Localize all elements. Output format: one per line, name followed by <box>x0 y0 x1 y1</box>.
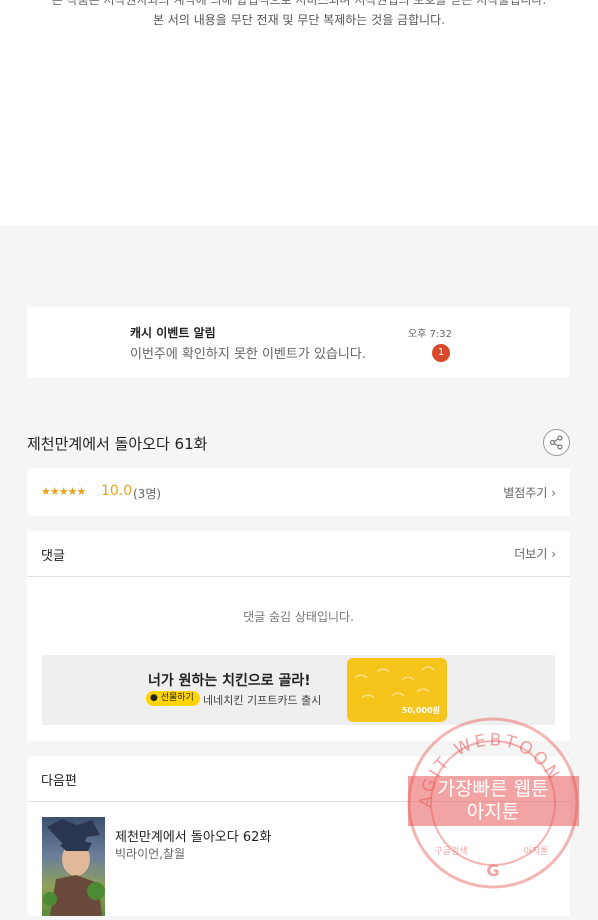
rating-count: (3명) <box>133 487 162 501</box>
viewer-footer-area: 본 작품은 저작권자와의 계약에 의해 합법적으로 서비스되며 저작권법의 보호… <box>0 0 598 226</box>
stamp-line-2: 아지툰 <box>467 801 519 823</box>
giftcard-image: 50,000원 <box>347 658 447 722</box>
cash-event-notification[interactable]: 캐시 이벤트 알림 이번주에 확인하지 못한 이벤트가 있습니다. 오후 7:3… <box>27 307 570 378</box>
next-episode-heading: 다음편 <box>41 774 77 789</box>
stamp-line-1: 가장빠른 웹툰 <box>438 778 549 800</box>
ad-headline: 너가 원하는 치킨으로 골라! <box>148 673 311 689</box>
comments-more-link[interactable]: 더보기 › <box>514 545 556 562</box>
comments-card: 댓글 더보기 › 댓글 숨김 상태입니다. 너가 원하는 치킨으로 골라! ● … <box>27 531 570 741</box>
rating-score: 10.0 <box>101 483 133 499</box>
stamp-bottom-left: 구글검색 <box>434 845 467 857</box>
notification-count-badge: 1 <box>432 344 450 362</box>
star-rating-icon: ★★★★★ <box>41 485 86 498</box>
rating-card: ★★★★★ 10.0 (3명) 별점주기 › <box>27 468 570 516</box>
next-episode-author: 빅라이언,찰월 <box>115 847 186 861</box>
giftcard-amount: 50,000원 <box>401 706 440 715</box>
character-illustration-icon <box>43 819 105 916</box>
share-icon <box>549 435 563 450</box>
notification-title: 캐시 이벤트 알림 <box>130 326 216 340</box>
ad-subline: 네네치킨 기프트카드 출시 <box>203 694 322 707</box>
divider <box>27 576 570 577</box>
chicken-giftcard-ad-banner[interactable]: 너가 원하는 치킨으로 골라! ● 선물하기 네네치킨 기프트카드 출시 50,… <box>42 655 555 725</box>
next-episode-thumbnail[interactable] <box>42 817 105 916</box>
episode-title: 제천만계에서 돌아오다 61화 <box>27 435 208 453</box>
notification-time: 오후 7:32 <box>408 329 453 340</box>
stamp-bottom-right: 아지툰 <box>524 846 549 857</box>
copyright-line-1: 본 작품은 저작권자와의 계약에 의해 합법적으로 서비스되며 저작권법의 보호… <box>51 0 547 7</box>
comments-heading: 댓글 <box>41 549 65 564</box>
notification-body: 이번주에 확인하지 못한 이벤트가 있습니다. <box>130 347 366 362</box>
rate-button[interactable]: 별점주기 › <box>503 484 556 501</box>
next-episode-title[interactable]: 제천만계에서 돌아오다 62화 <box>115 826 271 845</box>
share-button[interactable] <box>543 429 570 456</box>
gift-pill: ● 선물하기 <box>146 691 200 706</box>
agit-webtoon-stamp-watermark: AGIT WEBTOON 가장빠른 웹툰 아지툰 구글검색 아지툰 G <box>407 717 579 889</box>
copyright-line-2: 본 서의 내용을 무단 전재 및 무단 복제하는 것을 금합니다. <box>152 13 446 27</box>
google-g-icon: G <box>486 861 499 880</box>
comments-hidden-message: 댓글 숨김 상태입니다. <box>243 610 354 624</box>
